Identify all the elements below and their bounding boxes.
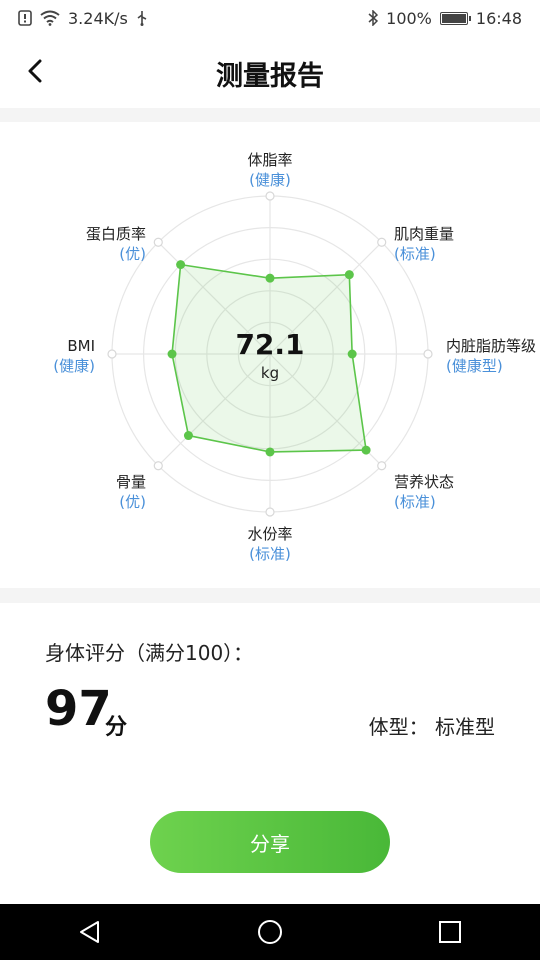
axis-label-muscle: 肌肉重量 (标准) (394, 224, 454, 264)
radar-data-point (167, 349, 177, 359)
radar-data-point (361, 445, 371, 455)
axis-status: (健康) (53, 357, 95, 375)
radar-axis-endpoint (107, 349, 117, 359)
axis-name: 水份率 (247, 525, 293, 543)
radar-data-point (265, 273, 275, 283)
axis-status: (标准) (394, 245, 436, 263)
battery-icon (439, 11, 471, 25)
axis-status: (优) (119, 493, 146, 511)
radar-data-point (265, 447, 275, 457)
divider (0, 588, 540, 603)
axis-label-bmi: BMI (健康) (20, 336, 95, 376)
status-left: 3.24K/s (18, 9, 148, 28)
page-title: 测量报告 (216, 61, 324, 92)
share-button[interactable]: 分享 (150, 811, 390, 873)
radar-axis-endpoint (423, 349, 433, 359)
nav-back-button[interactable] (70, 912, 110, 952)
triangle-back-icon (80, 921, 99, 943)
axis-name: 骨量 (115, 473, 146, 491)
radar-axis-endpoint (265, 507, 275, 517)
circle-home-icon (258, 920, 282, 944)
status-bar: 3.24K/s 100% 16:48 (0, 0, 540, 36)
wifi-icon (40, 10, 60, 26)
axis-name: 内脏脂肪等级 (446, 337, 537, 355)
nav-recents-button[interactable] (430, 912, 470, 952)
radar-axis-endpoint (377, 237, 387, 247)
body-type: 体型： 标准型 (368, 715, 495, 739)
radar-data-point (347, 349, 357, 359)
axis-name: 体脂率 (247, 151, 293, 169)
axis-name: 营养状态 (394, 473, 455, 491)
network-speed: 3.24K/s (68, 8, 128, 28)
nav-home-button[interactable] (250, 912, 290, 952)
axis-status: (标准) (394, 493, 436, 511)
axis-label-protein: 蛋白质率 (优) (56, 224, 146, 264)
radar-data-point (176, 260, 186, 270)
axis-status: (健康) (249, 171, 291, 189)
axis-label-water: 水份率 (标准) (230, 524, 310, 564)
axis-status: (健康型) (446, 357, 503, 375)
axis-name: 蛋白质率 (85, 225, 146, 243)
battery-percent: 100% (386, 8, 432, 28)
bluetooth-icon (368, 10, 379, 26)
weight-value: 72.1 (235, 328, 305, 361)
radar-axis-endpoint (153, 461, 163, 471)
axis-label-body-fat: 体脂率 (健康) (230, 150, 310, 190)
score-value: 97 (45, 681, 112, 737)
score-title: 身体评分（满分100）： (45, 641, 254, 665)
radar-axis-endpoint (265, 191, 275, 201)
axis-name: 肌肉重量 (394, 225, 455, 243)
axis-label-nutrition: 营养状态 (标准) (394, 472, 454, 512)
score-unit: 分 (105, 715, 128, 740)
usb-icon (136, 10, 148, 26)
axis-label-bone: 骨量 (优) (66, 472, 146, 512)
radar-data-point (344, 270, 354, 280)
status-right: 100% 16:48 (368, 9, 522, 28)
axis-name: BMI (67, 337, 95, 355)
radar-axis-endpoint (153, 237, 163, 247)
axis-status: (优) (119, 245, 146, 263)
radar-chart-panel: 体脂率 (健康) 肌肉重量 (标准) 内脏脂肪等级 (健康型) 营养状态 (标准… (0, 122, 540, 588)
system-nav-bar (0, 904, 540, 960)
header: 测量报告 (0, 36, 540, 108)
radar-axis-endpoint (377, 461, 387, 471)
divider (0, 108, 540, 122)
sim-alert-icon (18, 10, 32, 26)
weight-unit: kg (260, 364, 280, 382)
axis-status: (标准) (249, 545, 291, 563)
clock: 16:48 (475, 8, 522, 28)
square-recents-icon (439, 921, 461, 943)
radar-data-point (183, 431, 193, 441)
axis-label-visceral-fat: 内脏脂肪等级 (健康型) (446, 336, 536, 376)
